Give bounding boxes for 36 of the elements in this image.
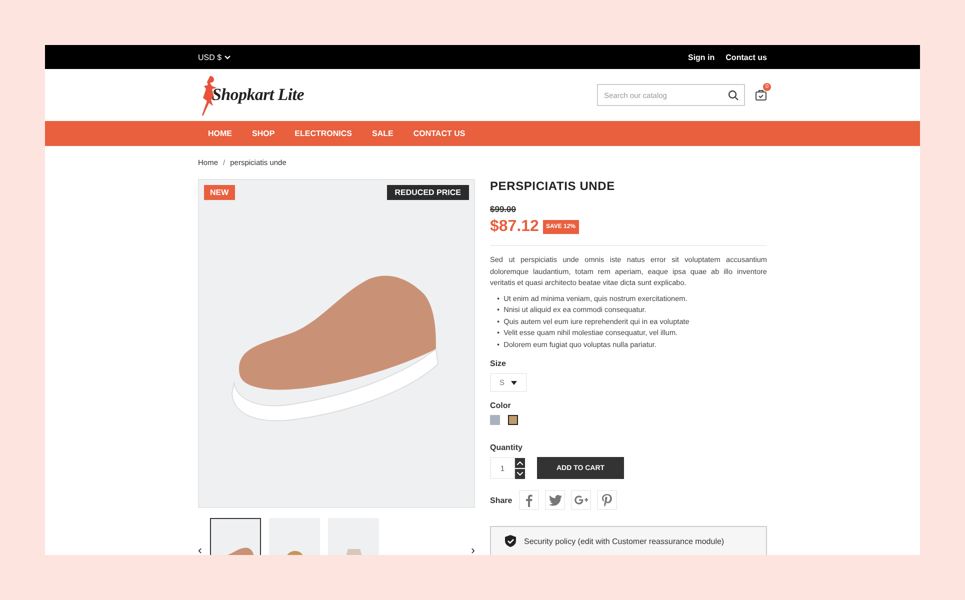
pinterest-icon	[602, 494, 612, 507]
next-arrow[interactable]: ›	[471, 544, 475, 555]
caret-down-icon	[511, 380, 518, 385]
pinterest-share-button[interactable]	[597, 490, 618, 510]
thumbnail[interactable]	[328, 518, 379, 555]
thumbnail[interactable]	[269, 518, 320, 555]
product-badge: NEW	[204, 185, 235, 200]
product-price: $87.12	[490, 218, 539, 236]
currency-selector[interactable]: USD $	[198, 52, 231, 62]
thumbnail[interactable]	[210, 518, 261, 555]
color-label: Color	[490, 401, 512, 410]
old-price: $99.00	[490, 204, 517, 214]
decrease-button[interactable]	[515, 468, 525, 479]
search-icon[interactable]	[728, 90, 739, 100]
bird-icon	[548, 494, 562, 506]
google-plus-icon	[574, 495, 589, 506]
googleplus-share-button[interactable]	[571, 490, 592, 510]
quantity-label: Quantity	[490, 443, 524, 452]
cart-icon[interactable]	[755, 89, 767, 101]
top-link[interactable]: Sign in	[688, 52, 715, 62]
facebook-icon	[525, 494, 534, 507]
color-swatch[interactable]	[508, 415, 518, 426]
top-link[interactable]: Contact us	[726, 52, 767, 62]
chevron-down-icon	[224, 54, 231, 60]
shield-icon	[505, 535, 516, 548]
logo-text[interactable]: Shopkart Lite	[212, 85, 304, 105]
reassurance-text: Security policy (edit with Customer reassurance module)	[524, 536, 724, 546]
size-label: Size	[490, 359, 508, 368]
share-label: Share	[490, 496, 512, 505]
previous-arrow[interactable]: ‹	[198, 544, 202, 555]
facebook-share-button[interactable]	[519, 490, 540, 510]
product-badge: REDUCED PRICE	[386, 185, 469, 200]
increase-button[interactable]	[515, 458, 525, 468]
product-title: PERSPICIATIS UNDE	[490, 179, 616, 193]
twitter-share-button[interactable]	[545, 490, 566, 510]
color-swatch[interactable]	[490, 415, 500, 426]
